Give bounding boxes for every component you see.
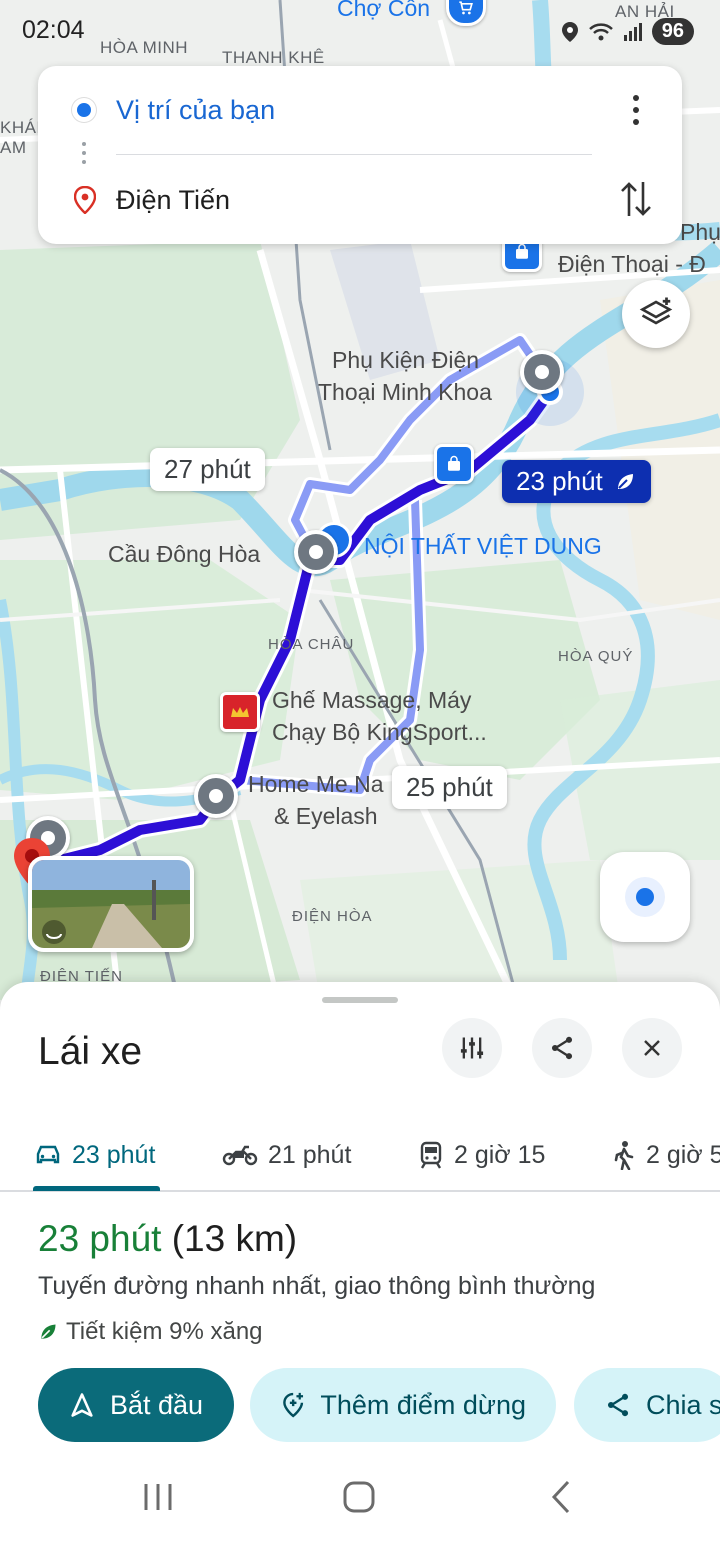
signal-icon bbox=[623, 22, 642, 41]
route-summary: 23 phút (13 km) bbox=[38, 1218, 297, 1260]
tab-motorbike-label: 21 phút bbox=[268, 1140, 352, 1169]
area-label-hoa-quy: HÒA QUÝ bbox=[558, 648, 634, 665]
origin-dot-icon bbox=[72, 98, 96, 122]
my-location-icon bbox=[625, 877, 665, 917]
directions-sheet: Lái xe 23 phút 21 phút 2 giờ 15 2 giờ 5 … bbox=[0, 982, 720, 1544]
shopping-bag-icon[interactable] bbox=[434, 444, 474, 484]
swap-icon[interactable] bbox=[618, 178, 654, 220]
train-icon bbox=[420, 1141, 442, 1169]
add-location-icon bbox=[283, 1392, 304, 1418]
tab-walk-label: 2 giờ 5 bbox=[646, 1140, 720, 1169]
share-button-label: Chia s bbox=[646, 1389, 720, 1420]
motorbike-icon bbox=[222, 1145, 258, 1166]
tab-car[interactable]: 23 phút bbox=[34, 1122, 155, 1188]
divider bbox=[116, 154, 592, 155]
poi-home-me-line2[interactable]: & Eyelash bbox=[274, 802, 378, 831]
share-icon bbox=[551, 1036, 573, 1060]
share-route-button[interactable] bbox=[532, 1018, 592, 1078]
close-icon bbox=[644, 1040, 660, 1056]
route-distance: (13 km) bbox=[171, 1218, 298, 1259]
system-navigation-bar bbox=[0, 1464, 720, 1544]
add-stop-button[interactable]: Thêm điểm dừng bbox=[250, 1368, 556, 1442]
poi-minh-khoa-line1[interactable]: Phụ Kiện Điện bbox=[332, 346, 479, 375]
fuel-saving-label: Tiết kiệm 9% xăng bbox=[66, 1318, 263, 1345]
route-chip-primary[interactable]: 23 phút bbox=[502, 460, 651, 503]
back-icon[interactable] bbox=[546, 1478, 576, 1516]
close-button[interactable] bbox=[622, 1018, 682, 1078]
sheet-title: Lái xe bbox=[38, 1030, 143, 1073]
tab-walk[interactable]: 2 giờ 5 bbox=[612, 1122, 720, 1188]
route-input-card: Vị trí của bạn Điện Tiến bbox=[38, 66, 682, 244]
route-description: Tuyến đường nhanh nhất, giao thông bình … bbox=[38, 1272, 596, 1300]
route-connector-dots bbox=[82, 142, 86, 146]
car-icon bbox=[36, 1145, 60, 1164]
wifi-icon bbox=[588, 22, 613, 40]
walk-icon bbox=[614, 1141, 634, 1170]
poi-home-me-line1[interactable]: Home Me.Na bbox=[248, 770, 383, 799]
route-waypoint[interactable] bbox=[294, 530, 338, 574]
origin-field[interactable]: Vị trí của bạn bbox=[116, 95, 275, 126]
route-chip-primary-label: 23 phút bbox=[516, 466, 603, 496]
recent-apps-icon[interactable] bbox=[140, 1480, 176, 1514]
tab-car-label: 23 phút bbox=[72, 1140, 156, 1169]
poi-kingsport-line1[interactable]: Ghế Massage, Máy bbox=[272, 686, 471, 715]
tune-icon bbox=[460, 1037, 484, 1059]
destination-field[interactable]: Điện Tiến bbox=[116, 185, 230, 216]
battery-indicator: 96 bbox=[651, 18, 694, 45]
route-waypoint[interactable] bbox=[520, 350, 564, 394]
start-navigation-button[interactable]: Bắt đầu bbox=[38, 1368, 234, 1442]
destination-row[interactable]: Điện Tiến bbox=[38, 176, 682, 224]
poi-cau-dong-hoa[interactable]: Cầu Đông Hòa bbox=[108, 540, 260, 569]
poi-phu-kien-top-line1[interactable]: Phụ bbox=[680, 218, 720, 247]
street-view-image bbox=[32, 860, 190, 948]
home-icon[interactable] bbox=[340, 1478, 378, 1516]
street-view-thumbnail[interactable] bbox=[28, 856, 194, 952]
eco-leaf-icon bbox=[41, 1324, 56, 1339]
drag-handle[interactable] bbox=[322, 997, 398, 1003]
kingsport-logo-icon[interactable] bbox=[220, 692, 260, 732]
share-icon bbox=[607, 1393, 629, 1417]
fuel-saving: Tiết kiệm 9% xăng bbox=[38, 1318, 263, 1346]
location-status-icon bbox=[561, 21, 578, 42]
status-icons: 96 bbox=[560, 18, 694, 45]
destination-pin-icon bbox=[74, 186, 96, 214]
route-options-button[interactable] bbox=[442, 1018, 502, 1078]
poi-minh-khoa-line2[interactable]: Thoại Minh Khoa bbox=[318, 378, 492, 407]
my-location-button[interactable] bbox=[600, 852, 690, 942]
tab-transit-label: 2 giờ 15 bbox=[454, 1140, 546, 1169]
area-label-thanh-khe: THANH KHÊ bbox=[222, 48, 325, 67]
area-label-hoa-chau: HÒA CHÂU bbox=[268, 636, 355, 653]
start-button-label: Bắt đầu bbox=[110, 1389, 204, 1420]
area-label-dien-hoa: ĐIỆN HÒA bbox=[292, 908, 373, 925]
layers-button[interactable] bbox=[622, 280, 690, 348]
eco-leaf-icon bbox=[617, 473, 633, 489]
route-duration: 23 phút bbox=[38, 1218, 162, 1259]
active-tab-indicator bbox=[33, 1186, 160, 1191]
origin-row[interactable]: Vị trí của bạn bbox=[38, 86, 682, 134]
poi-cho-con[interactable]: Chợ Cồn bbox=[337, 0, 430, 23]
layers-icon bbox=[639, 297, 673, 325]
route-waypoint[interactable] bbox=[194, 774, 238, 818]
tab-transit[interactable]: 2 giờ 15 bbox=[418, 1122, 545, 1188]
share-button[interactable]: Chia s bbox=[574, 1368, 720, 1442]
more-options-icon[interactable] bbox=[624, 92, 648, 128]
poi-kingsport-line2[interactable]: Chạy Bộ KingSport... bbox=[272, 718, 487, 747]
tab-motorbike[interactable]: 21 phút bbox=[222, 1122, 351, 1188]
route-chip-alt2[interactable]: 25 phút bbox=[392, 766, 507, 809]
route-chip-alt1[interactable]: 27 phút bbox=[150, 448, 265, 491]
area-label-am: AM bbox=[0, 138, 27, 157]
travel-mode-tabs: 23 phút 21 phút 2 giờ 15 2 giờ 5 bbox=[0, 1122, 720, 1192]
poi-phu-kien-top-line2[interactable]: Điện Thoại - Đ bbox=[558, 250, 706, 279]
status-time: 02:04 bbox=[22, 16, 85, 44]
poi-noi-that-viet-dung[interactable]: NỘI THẤT VIỆT DUNG bbox=[364, 532, 602, 561]
area-label-hoa-minh: HÒA MINH bbox=[100, 38, 189, 57]
navigation-arrow-icon bbox=[71, 1393, 93, 1417]
add-stop-label: Thêm điểm dừng bbox=[320, 1389, 526, 1420]
